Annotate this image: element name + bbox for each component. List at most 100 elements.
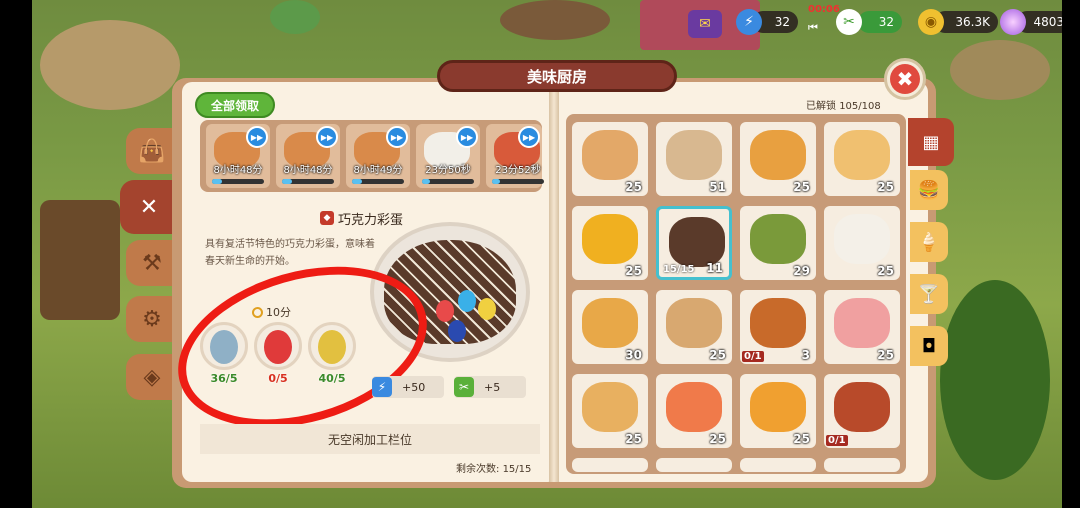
gear-icon: ⚙ <box>142 306 162 332</box>
queue-slot[interactable]: ▶▶ 8小时48分 <box>276 124 340 188</box>
fast-forward-icon[interactable]: ▶▶ <box>456 126 478 148</box>
bush <box>270 0 320 34</box>
reward-tools-value: +5 <box>484 380 501 394</box>
recipe-cell[interactable] <box>824 458 900 472</box>
coins-counter[interactable]: ◉ 36.3K <box>918 8 998 36</box>
fast-forward-icon[interactable]: ▶▶ <box>386 126 408 148</box>
utensils-icon: ✕ <box>139 194 159 220</box>
recipe-cell[interactable]: 25 <box>740 122 816 196</box>
recipe-cell[interactable]: 30 <box>572 290 648 364</box>
queue-slot[interactable]: ▶▶ 23分52秒 <box>486 124 544 188</box>
food-icon <box>750 214 806 264</box>
recipe-cell[interactable]: 25 <box>824 290 900 364</box>
rewind-icon[interactable]: ⏮ <box>808 21 818 35</box>
food-icon <box>750 382 806 432</box>
fast-forward-icon[interactable]: ▶▶ <box>316 126 338 148</box>
recipe-cell[interactable]: 25 <box>656 290 732 364</box>
collect-all-button[interactable]: 全部领取 <box>195 92 275 118</box>
no-slot-message: 无空闲加工栏位 <box>200 424 540 454</box>
recipe-count: 25 <box>625 264 642 278</box>
tools-value: 32 <box>858 11 902 33</box>
reward-energy-value: +50 <box>402 380 426 394</box>
tab-burger[interactable]: 🍔 <box>910 170 948 210</box>
unlock-label: 已解锁 <box>806 101 836 112</box>
food-icon <box>666 382 722 432</box>
recipe-cell[interactable]: 25 <box>740 374 816 448</box>
queue-slot[interactable]: ▶▶ 8小时49分 <box>346 124 410 188</box>
hut-roof <box>40 20 180 110</box>
close-button[interactable]: ✖ <box>884 58 926 100</box>
food-icon <box>834 130 890 180</box>
unlock-value: 105/108 <box>839 101 881 112</box>
recipe-count: 25 <box>877 264 894 278</box>
remaining-count: 剩余次数: 15/15 <box>456 460 531 475</box>
tab-all[interactable]: ▦ <box>908 118 954 166</box>
food-icon <box>750 298 806 348</box>
tab-candy[interactable]: ◈ <box>126 354 178 400</box>
recipe-cell[interactable]: 29 <box>740 206 816 280</box>
reward-tools: ✂ +5 <box>454 376 526 398</box>
recipe-cell[interactable]: 0/1 <box>824 374 900 448</box>
queue-time: 23分50秒 <box>425 165 471 176</box>
recipe-cell[interactable]: 25 <box>656 374 732 448</box>
food-icon <box>582 298 638 348</box>
tab-gear[interactable]: ⚙ <box>126 296 178 342</box>
field-hut <box>950 40 1050 100</box>
queue-slot[interactable]: ▶▶ 23分50秒 <box>416 124 480 188</box>
recipe-tag-icon: ◆ <box>320 211 334 225</box>
recipe-cell[interactable]: 25 <box>824 122 900 196</box>
reward-energy: ⚡ +50 <box>372 376 444 398</box>
energy-counter[interactable]: ⚡ 32 <box>736 8 798 36</box>
book-spine <box>549 82 559 482</box>
bag-icon: 👜 <box>138 138 166 164</box>
tab-dessert[interactable]: 🍦 <box>910 222 948 262</box>
recipe-cell[interactable]: 25 <box>824 206 900 280</box>
tab-kitchen[interactable]: ✕ <box>120 180 178 234</box>
recipe-count: 30 <box>625 348 642 362</box>
tools-counter[interactable]: ✂ 32 <box>836 8 906 36</box>
lightning-icon: ⚡ <box>736 9 762 35</box>
fast-forward-icon[interactable]: ▶▶ <box>518 126 540 148</box>
recipe-cell[interactable]: 3 0/1 <box>740 290 816 364</box>
queue-time: 8小时48分 <box>283 165 333 176</box>
recipe-count: 11 <box>706 261 723 275</box>
food-icon <box>582 214 638 264</box>
recipe-description: 具有复活节特色的巧克力彩蛋，意味着春天新生命的开始。 <box>205 239 375 267</box>
utensils-icon: ✂ <box>836 9 862 35</box>
cocktail-icon: 🍸 <box>917 283 941 305</box>
recipe-cell[interactable] <box>740 458 816 472</box>
fast-forward-icon[interactable]: ▶▶ <box>246 126 268 148</box>
queue-time: 8小时49分 <box>353 165 403 176</box>
recipe-cell[interactable]: 51 <box>656 122 732 196</box>
queue-progress <box>212 179 264 184</box>
queue-progress <box>422 179 474 184</box>
queue-time: 8小时48分 <box>213 165 263 176</box>
recipe-cell[interactable]: 25 <box>572 206 648 280</box>
speed-controls[interactable]: ⏮ <box>808 14 818 42</box>
tab-condiments[interactable]: ◘ <box>910 326 948 366</box>
jar-icon: ◘ <box>921 335 937 357</box>
ice-cream-icon: 🍦 <box>917 231 941 253</box>
recipe-count: 25 <box>793 432 810 446</box>
crops <box>940 280 1050 480</box>
grid-icon: ▦ <box>922 131 940 153</box>
recipe-count: 3 <box>801 348 810 362</box>
queue-slot[interactable]: ▶▶ 8小时48分 <box>206 124 270 188</box>
egg-deco <box>478 298 496 320</box>
recipe-cell[interactable] <box>656 458 732 472</box>
recipe-cell[interactable] <box>572 458 648 472</box>
recipe-cell[interactable]: 25 <box>572 374 648 448</box>
recipe-cell[interactable]: 11 15/15 <box>656 206 732 280</box>
scroll-icon: ✉ <box>688 10 722 38</box>
queue-progress-fill <box>212 179 223 184</box>
queue-time: 23分52秒 <box>495 165 541 176</box>
recipe-cell[interactable]: 25 <box>572 122 648 196</box>
egg-deco <box>436 300 454 322</box>
remaining-label: 剩余次数: <box>456 464 500 475</box>
tab-drinks[interactable]: 🍸 <box>910 274 948 314</box>
recipe-progress: 0/1 <box>742 351 764 362</box>
queue-progress <box>492 179 544 184</box>
tab-bag[interactable]: 👜 <box>126 128 178 174</box>
egg-deco <box>448 320 466 342</box>
tab-forge[interactable]: ⚒ <box>126 240 178 286</box>
